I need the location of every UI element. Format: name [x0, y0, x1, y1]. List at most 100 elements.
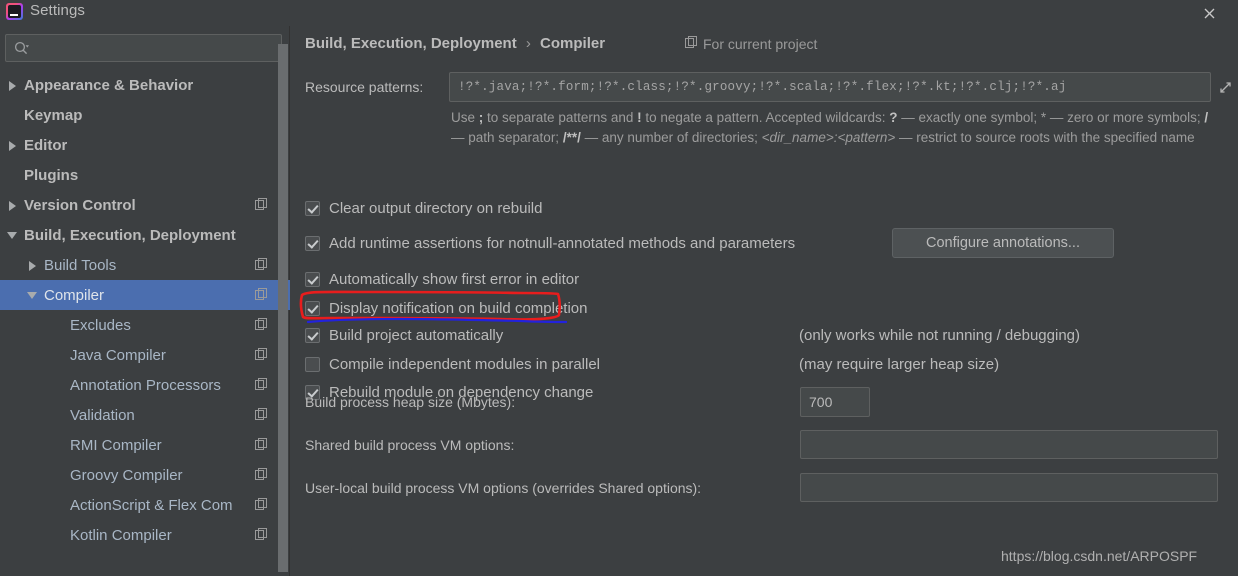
- checkbox-unchecked-icon[interactable]: [305, 357, 320, 372]
- settings-tree: Appearance & Behavior Keymap Editor Plugins…: [0, 70, 290, 576]
- help-seg: — exactly one symbol; * — zero or: [897, 110, 1110, 125]
- project-scope-icon: [255, 198, 268, 211]
- expand-icon[interactable]: [1217, 79, 1234, 96]
- settings-sidebar: Appearance & Behavior Keymap Editor Plugins…: [0, 26, 290, 576]
- sidebar-scrollbar-thumb[interactable]: [278, 44, 288, 572]
- sidebar-item-label: Appearance & Behavior: [24, 76, 194, 94]
- for-current-project-badge: For current project: [685, 36, 817, 52]
- project-scope-icon: [255, 528, 268, 541]
- checkbox-label: Automatically show first error in editor: [329, 271, 580, 288]
- checkbox-build-project-automatically[interactable]: Build project automatically: [305, 327, 503, 344]
- checkbox-checked-icon[interactable]: [305, 201, 320, 216]
- sidebar-item-actionscript-flex-com[interactable]: ActionScript & Flex Com: [0, 490, 290, 520]
- checkbox-add-runtime-assertions-for-notnull-annotated-methods-and-parameters[interactable]: Add runtime assertions for notnull-annot…: [305, 235, 795, 252]
- help-seg: to separate patterns and: [483, 110, 638, 125]
- checkbox-label: Clear output directory on rebuild: [329, 200, 543, 217]
- sidebar-item-label: Keymap: [24, 106, 83, 124]
- window-title: Settings: [30, 2, 85, 19]
- intellij-idea-icon: [6, 3, 23, 20]
- help-seg: — restrict to: [895, 130, 972, 145]
- sidebar-item-label: Kotlin Compiler: [70, 526, 172, 544]
- sidebar-item-label: Plugins: [24, 166, 79, 184]
- sidebar-item-version-control[interactable]: Version Control: [0, 190, 290, 220]
- breadcrumb-parent[interactable]: Build, Execution, Deployment: [305, 35, 517, 52]
- resource-patterns-field[interactable]: !?*.java;!?*.form;!?*.class;!?*.groovy;!…: [449, 72, 1231, 102]
- project-scope-icon: [685, 36, 698, 52]
- sidebar-item-groovy-compiler[interactable]: Groovy Compiler: [0, 460, 290, 490]
- hint-build-automatically: (only works while not running / debuggin…: [799, 327, 1080, 344]
- sidebar-item-compiler[interactable]: Compiler: [0, 280, 290, 310]
- heap-size-label: Build process heap size (Mbytes):: [305, 394, 516, 410]
- sidebar-item-label: Java Compiler: [70, 346, 166, 364]
- project-scope-icon: [255, 498, 268, 511]
- hint-parallel-modules: (may require larger heap size): [799, 356, 1000, 373]
- sidebar-item-editor[interactable]: Editor: [0, 130, 290, 160]
- watermark-url: https://blog.csdn.net/ARPOSPF: [1001, 548, 1198, 564]
- project-scope-icon: [255, 408, 268, 421]
- project-scope-icon: [255, 318, 268, 331]
- project-scope-icon: [255, 288, 268, 301]
- chevron-down-icon[interactable]: [26, 288, 40, 302]
- project-scope-icon: [255, 348, 268, 361]
- settings-dialog: Settings Appearance & Behavior Keymap Edit…: [0, 0, 1238, 576]
- sidebar-item-annotation-processors[interactable]: Annotation Processors: [0, 370, 290, 400]
- sidebar-item-label: Validation: [70, 406, 135, 424]
- resource-patterns-value: !?*.java;!?*.form;!?*.class;!?*.groovy;!…: [458, 80, 1067, 94]
- heap-size-field[interactable]: 700: [800, 387, 870, 417]
- help-seg: /**/: [562, 130, 581, 145]
- configure-annotations-button[interactable]: Configure annotations...: [892, 228, 1114, 258]
- sidebar-item-java-compiler[interactable]: Java Compiler: [0, 340, 290, 370]
- search-icon: [14, 41, 29, 56]
- checkbox-checked-icon[interactable]: [305, 301, 320, 316]
- checkbox-automatically-show-first-error-in-editor[interactable]: Automatically show first error in editor: [305, 271, 579, 288]
- search-box[interactable]: [5, 34, 282, 62]
- checkbox-clear-output-directory-on-rebuild[interactable]: Clear output directory on rebuild: [305, 200, 542, 217]
- breadcrumb-current: Compiler: [540, 35, 606, 52]
- sidebar-item-build-execution-deployment[interactable]: Build, Execution, Deployment: [0, 220, 290, 250]
- checkbox-checked-icon[interactable]: [305, 328, 320, 343]
- sidebar-item-plugins[interactable]: Plugins: [0, 160, 290, 190]
- sidebar-item-validation[interactable]: Validation: [0, 400, 290, 430]
- userlocal-vm-options-field[interactable]: [800, 473, 1218, 502]
- chevron-right-icon[interactable]: [6, 198, 20, 212]
- help-seg: — any number of directories;: [580, 130, 762, 145]
- help-seg: Use: [451, 110, 479, 125]
- sidebar-item-keymap[interactable]: Keymap: [0, 100, 290, 130]
- help-seg: more symbols;: [1112, 110, 1205, 125]
- sidebar-item-build-tools[interactable]: Build Tools: [0, 250, 290, 280]
- checkbox-checked-icon[interactable]: [305, 236, 320, 251]
- checkbox-label: Add runtime assertions for notnull-annot…: [329, 235, 796, 252]
- chevron-right-icon[interactable]: [6, 138, 20, 152]
- checkbox-display-notification-on-build-completion[interactable]: Display notification on build completion: [305, 300, 587, 317]
- sidebar-item-appearance-behavior[interactable]: Appearance & Behavior: [0, 70, 290, 100]
- chevron-right-icon[interactable]: [6, 78, 20, 92]
- sidebar-item-label: Version Control: [24, 196, 136, 214]
- help-seg: — path separator;: [451, 130, 563, 145]
- sidebar-item-rmi-compiler[interactable]: RMI Compiler: [0, 430, 290, 460]
- project-scope-icon: [255, 468, 268, 481]
- sidebar-item-label: Build Tools: [44, 256, 117, 274]
- for-current-project-label: For current project: [703, 36, 818, 52]
- checkbox-checked-icon[interactable]: [305, 272, 320, 287]
- sidebar-item-kotlin-compiler[interactable]: Kotlin Compiler: [0, 520, 290, 550]
- close-icon[interactable]: [1194, 0, 1224, 26]
- help-seg: source roots with the specified name: [975, 130, 1195, 145]
- sidebar-item-excludes[interactable]: Excludes: [0, 310, 290, 340]
- checkbox-compile-independent-modules-in-parallel[interactable]: Compile independent modules in parallel: [305, 356, 600, 373]
- chevron-down-icon[interactable]: [6, 228, 20, 242]
- shared-vm-options-label: Shared build process VM options:: [305, 437, 515, 453]
- help-seg: /: [1204, 110, 1209, 125]
- chevron-right-icon[interactable]: [26, 258, 40, 272]
- resource-patterns-help: Use ; to separate patterns and ! to nega…: [451, 108, 1221, 148]
- help-seg: to negate a pattern. Accepted wildcards:: [641, 110, 890, 125]
- checkbox-label: Display notification on build completion: [329, 300, 588, 317]
- search-input[interactable]: [36, 35, 279, 61]
- breadcrumb-separator: ›: [525, 35, 531, 52]
- shared-vm-options-field[interactable]: [800, 430, 1218, 459]
